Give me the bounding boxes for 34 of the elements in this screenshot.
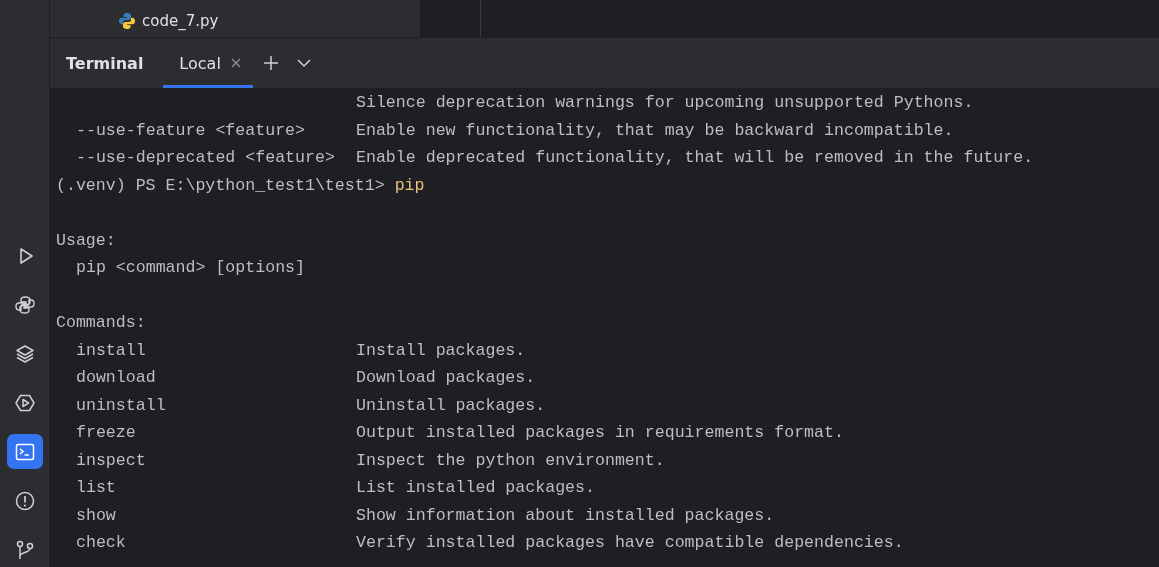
option-name: check [75, 532, 127, 554]
option-name: inspect [75, 449, 147, 472]
option-description: Silence deprecation warnings for upcoming unsupported Pythons. [356, 92, 974, 114]
option-description: Inspect the python environment. [356, 449, 665, 472]
terminal-tab[interactable]: Local [163, 38, 253, 88]
close-icon[interactable] [230, 58, 241, 68]
option-name: --use-feature <feature> [75, 119, 307, 142]
option-description: Verify installed packages have compatible dependencies. [356, 532, 904, 554]
file-name[interactable]: code_7.py [142, 12, 219, 30]
section-heading: Commands: [56, 312, 146, 334]
option-description: Output installed packages in requirements format. [356, 422, 844, 444]
prompt-path: (.venv) PS E:\python_test1\test1> [56, 174, 385, 197]
option-name: --use-deprecated <feature> [75, 147, 336, 169]
option-name: uninstall [75, 394, 167, 417]
option-name: freeze [75, 422, 137, 444]
plus-icon[interactable] [262, 55, 279, 71]
chevron-down-icon[interactable] [296, 58, 311, 68]
option-name: download [75, 367, 157, 389]
terminal-icon[interactable] [6, 434, 43, 469]
option-description: List installed packages. [356, 477, 595, 499]
option-name: list [75, 477, 117, 499]
python-file-icon [118, 12, 136, 30]
option-description: Enable deprecated functionality, that will be removed in the future. [356, 147, 1034, 169]
panel-title: Terminal [66, 53, 144, 73]
option-description: Install packages. [356, 339, 526, 362]
option-description: Uninstall packages. [356, 394, 546, 417]
option-description: Download packages. [356, 367, 536, 389]
command-text: pip [394, 174, 425, 197]
option-name: install [75, 339, 147, 362]
option-description: Show information about installed packages. [356, 504, 775, 527]
option-description: Enable new functionality, that may be backward incompatible. [356, 119, 954, 142]
section-heading: Usage: [56, 229, 116, 252]
option-name: show [75, 504, 117, 527]
usage-text: pip <command> [options] [75, 257, 306, 279]
